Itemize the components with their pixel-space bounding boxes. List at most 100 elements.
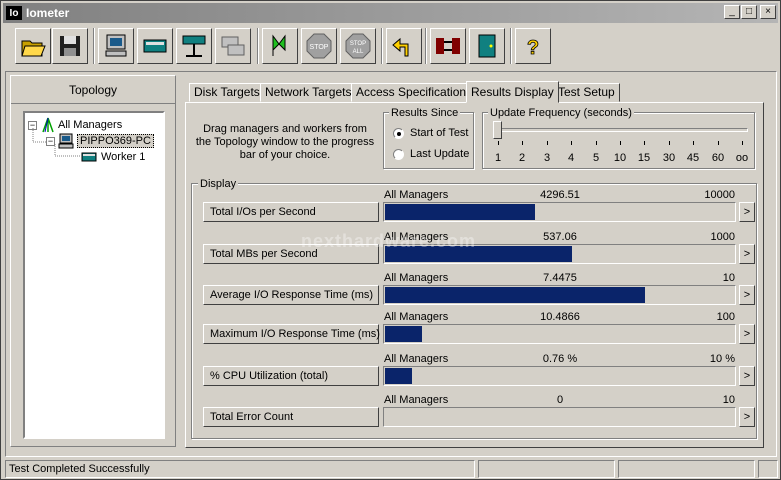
slider-tick-label: 5 — [592, 152, 600, 164]
tree-lines — [32, 128, 81, 157]
result-metric-button[interactable]: Total I/Os per Second — [203, 202, 379, 222]
slider-tick — [644, 141, 645, 145]
slider-tick-label: 15 — [637, 152, 651, 164]
tab-network-targets[interactable]: Network Targets — [260, 83, 357, 102]
result-manager-label: All Managers — [384, 189, 449, 201]
radio-dot[interactable] — [393, 127, 404, 139]
result-metric-button[interactable]: Total Error Count — [203, 407, 379, 427]
result-manager-label: All Managers — [384, 353, 449, 365]
save-config-button[interactable] — [52, 28, 88, 64]
update-frequency-track[interactable] — [494, 128, 748, 132]
slider-tick-label: 3 — [543, 152, 551, 164]
result-arrow-button[interactable]: > — [739, 324, 755, 344]
svg-text:ALL: ALL — [353, 49, 364, 55]
result-max: 10 — [722, 272, 735, 284]
topology-panel: Topology − All Managers − PIPPO369-PC Wo… — [10, 75, 176, 447]
minimize-button[interactable]: _ — [724, 5, 740, 19]
result-bar[interactable] — [383, 285, 736, 305]
topology-header: Topology — [11, 78, 175, 104]
start-new-manager-button[interactable] — [98, 28, 134, 64]
start-network-worker-button[interactable] — [176, 28, 212, 64]
result-value: 7.4475 — [543, 272, 577, 284]
svg-text:STOP: STOP — [310, 44, 329, 51]
result-bar-fill — [385, 326, 422, 342]
exit-button[interactable] — [469, 28, 505, 64]
iometer-window: Io Iometer _ □ × STOP STOP ALL ? Topolog… — [0, 0, 781, 480]
result-arrow-button[interactable]: > — [739, 285, 755, 305]
result-value: 0 — [556, 394, 564, 406]
start-disk-worker-button[interactable] — [137, 28, 173, 64]
slider-tick — [718, 141, 719, 145]
slider-tick-label: 30 — [662, 152, 676, 164]
resize-grip[interactable] — [758, 460, 778, 478]
computer-icon — [105, 34, 127, 57]
slider-tick — [547, 141, 548, 145]
disk-worker-icon — [143, 39, 167, 53]
window-title: Iometer — [26, 6, 70, 20]
result-value: 537.06 — [543, 231, 577, 243]
slider-tick — [571, 141, 572, 145]
result-max: 1000 — [710, 231, 735, 243]
result-metric-button[interactable]: Maximum I/O Response Time (ms) — [203, 324, 380, 344]
slider-tick — [693, 141, 694, 145]
slider-tick-label: 10 — [613, 152, 627, 164]
green-flag-icon — [272, 34, 286, 56]
result-bar[interactable] — [383, 324, 736, 344]
result-max: 100 — [716, 311, 735, 323]
result-bar[interactable] — [383, 407, 736, 427]
result-max: 10 — [722, 394, 735, 406]
slider-tick-label: 1 — [494, 152, 502, 164]
tab-test-setup[interactable]: Test Setup — [553, 83, 620, 102]
result-manager-label: All Managers — [384, 394, 449, 406]
result-bar[interactable] — [383, 366, 736, 386]
open-config-button[interactable] — [15, 28, 51, 64]
update-frequency-thumb[interactable] — [493, 121, 502, 139]
drag-hint: Drag managers and workers from the Topol… — [195, 123, 375, 161]
radio-start-of-test[interactable]: Start of Test — [393, 127, 469, 139]
floppy-disk-icon — [60, 36, 80, 56]
tree-node-label: Worker 1 — [101, 151, 146, 163]
about-button[interactable]: ? — [515, 28, 551, 64]
close-button[interactable]: × — [760, 5, 776, 19]
tab-disk-targets[interactable]: Disk Targets — [189, 83, 265, 102]
app-icon: Io — [6, 6, 22, 20]
slider-tick — [498, 141, 499, 145]
result-bar-fill — [385, 287, 645, 303]
reset-workers-button[interactable] — [386, 28, 422, 64]
result-metric-button[interactable]: % CPU Utilization (total) — [203, 366, 379, 386]
result-metric-button[interactable]: Average I/O Response Time (ms) — [203, 285, 379, 305]
result-max: 10 % — [709, 353, 735, 365]
status-pane-2 — [478, 460, 615, 478]
radio-dot[interactable] — [393, 148, 404, 160]
result-arrow-button[interactable]: > — [739, 407, 755, 427]
result-bar-fill — [385, 368, 412, 384]
slider-tick — [620, 141, 621, 145]
result-arrow-button[interactable]: > — [739, 244, 755, 264]
topology-tree[interactable]: − All Managers − PIPPO369-PC Worker 1 — [23, 111, 165, 439]
radio-last-update[interactable]: Last Update — [393, 148, 469, 160]
stop-all-button[interactable]: STOP ALL — [340, 28, 376, 64]
start-tests-button[interactable] — [262, 28, 298, 64]
update-frequency-label: Update Frequency (seconds) — [488, 107, 634, 119]
result-arrow-button[interactable]: > — [739, 366, 755, 386]
maximize-button[interactable]: □ — [741, 5, 757, 19]
duplicate-worker-button[interactable] — [215, 28, 251, 64]
result-manager-label: All Managers — [384, 272, 449, 284]
watermark: nexthardware.com — [301, 231, 477, 251]
tab-results-display[interactable]: Results Display — [466, 81, 559, 103]
slider-tick — [669, 141, 670, 145]
stop-sign-icon: STOP — [306, 33, 332, 59]
status-pane-3 — [618, 460, 755, 478]
exit-door-icon — [478, 34, 496, 58]
result-max: 10000 — [704, 189, 735, 201]
stop-all-icon: STOP ALL — [345, 33, 371, 59]
tab-access-specifications[interactable]: Access Specifications — [351, 83, 478, 102]
results-since-label: Results Since — [389, 107, 461, 119]
svg-text:?: ? — [527, 37, 539, 59]
slider-tick-label: 4 — [567, 152, 575, 164]
stop-button[interactable]: STOP — [301, 28, 337, 64]
disconnect-button[interactable] — [430, 28, 466, 64]
result-arrow-button[interactable]: > — [739, 202, 755, 222]
title-bar[interactable]: Io Iometer _ □ × — [3, 3, 778, 23]
result-bar[interactable] — [383, 202, 736, 222]
